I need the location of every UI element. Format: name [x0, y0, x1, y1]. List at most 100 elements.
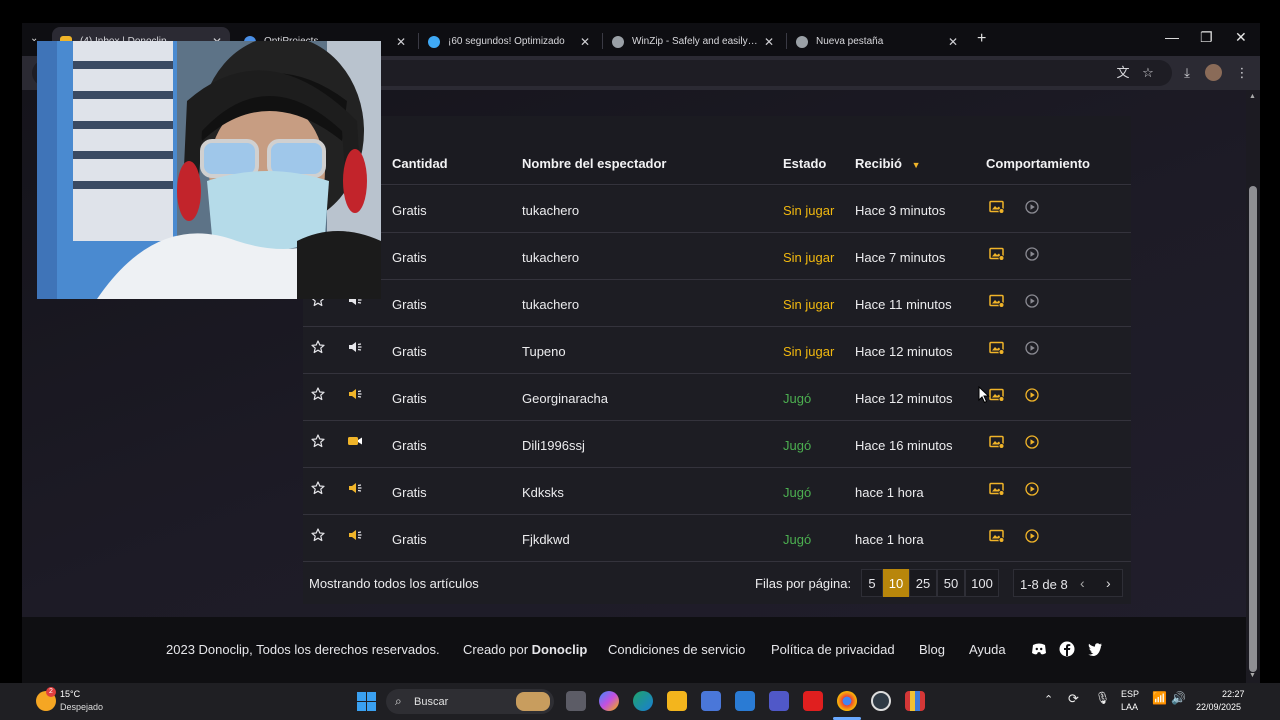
play-circle-icon[interactable]	[1025, 247, 1039, 261]
rows-per-page-option-25[interactable]: 25	[909, 569, 937, 597]
winrar-icon[interactable]	[905, 691, 925, 711]
rows-per-page-option-100[interactable]: 100	[965, 569, 999, 597]
discord-icon[interactable]	[1031, 641, 1047, 657]
clock-time[interactable]: 22:27	[1222, 689, 1245, 699]
scroll-down-icon[interactable]: ▼	[1249, 672, 1256, 679]
volume-icon[interactable]: 🔊	[1171, 691, 1186, 705]
play-circle-icon[interactable]	[1025, 388, 1039, 402]
play-circle-icon[interactable]	[1025, 482, 1039, 496]
tab-nueva-pestana[interactable]: Nueva pestaña ✕	[788, 27, 966, 56]
new-tab-button[interactable]: +	[977, 30, 986, 48]
row-amount: Gratis	[392, 391, 427, 406]
row-viewer: tukachero	[522, 203, 580, 218]
profile-avatar[interactable]	[1205, 64, 1222, 81]
obs-icon[interactable]	[871, 691, 891, 711]
tab-60-segundos[interactable]: ¡60 segundos! Optimizado ✕	[420, 27, 598, 56]
minimize-button[interactable]: —	[1165, 29, 1179, 45]
bookmark-star-icon[interactable]: ☆	[1140, 65, 1156, 81]
media-settings-icon[interactable]	[989, 482, 1005, 496]
prev-page-icon[interactable]: ‹	[1080, 575, 1085, 591]
tray-overflow-icon[interactable]: ⌃	[1044, 693, 1053, 706]
play-circle-icon[interactable]	[1025, 529, 1039, 543]
row-amount: Gratis	[392, 203, 427, 218]
close-window-button[interactable]: ✕	[1235, 29, 1247, 46]
media-settings-icon[interactable]	[989, 388, 1005, 402]
twitter-icon[interactable]	[1087, 641, 1103, 657]
tab-close-icon[interactable]: ✕	[948, 35, 958, 49]
privacy-link[interactable]: Política de privacidad	[771, 642, 895, 657]
play-circle-icon[interactable]	[1025, 294, 1039, 308]
weather-temp[interactable]: 15°C	[60, 689, 80, 699]
favorite-star-icon[interactable]	[311, 340, 325, 354]
table-row: Gratis Dili1996ssj Jugó Hace 16 minutos	[303, 421, 1131, 468]
tab-separator	[418, 33, 419, 49]
media-settings-icon[interactable]	[989, 200, 1005, 214]
mail-icon[interactable]	[735, 691, 755, 711]
wifi-icon[interactable]: 📶	[1152, 691, 1167, 705]
media-settings-icon[interactable]	[989, 529, 1005, 543]
row-received: Hace 16 minutos	[855, 438, 953, 453]
blog-link[interactable]: Blog	[919, 642, 945, 657]
globe-favicon-icon	[612, 35, 624, 48]
speaker-icon	[349, 483, 362, 493]
download-icon[interactable]: ⤓	[1179, 65, 1195, 81]
row-amount: Gratis	[392, 297, 427, 312]
next-page-icon[interactable]: ›	[1106, 575, 1111, 591]
scroll-up-icon[interactable]: ▲	[1249, 93, 1256, 100]
play-circle-icon[interactable]	[1025, 435, 1039, 449]
speaker-icon	[349, 389, 362, 399]
favorite-star-icon[interactable]	[311, 481, 325, 495]
microphone-icon[interactable]: 🎙	[1095, 691, 1110, 705]
rows-per-page-option-5[interactable]: 5	[861, 569, 883, 597]
language-top[interactable]: ESP	[1121, 689, 1139, 699]
task-view-icon[interactable]	[566, 691, 586, 711]
youtube-icon[interactable]	[803, 691, 823, 711]
sync-icon[interactable]: ⟳	[1068, 691, 1079, 707]
chrome-icon[interactable]	[837, 691, 857, 711]
media-settings-icon[interactable]	[989, 247, 1005, 261]
tab-close-icon[interactable]: ✕	[396, 35, 406, 49]
rows-per-page-option-10[interactable]: 10	[883, 569, 909, 597]
favorite-star-icon[interactable]	[311, 434, 325, 448]
restore-button[interactable]: ❐	[1200, 29, 1213, 46]
taskbar-search[interactable]: ⌕ Buscar	[386, 689, 554, 714]
media-settings-icon[interactable]	[989, 341, 1005, 355]
play-circle-icon[interactable]	[1025, 341, 1039, 355]
tab-winzip[interactable]: WinZip - Safely and easily open ✕	[604, 27, 782, 56]
edge-icon[interactable]	[633, 691, 653, 711]
table-row: Gratis tukachero Sin jugar Hace 11 minut…	[303, 280, 1131, 327]
play-circle-icon[interactable]	[1025, 200, 1039, 214]
rows-per-page-option-50[interactable]: 50	[937, 569, 965, 597]
tab-close-icon[interactable]: ✕	[764, 35, 774, 49]
column-header-amount[interactable]: Cantidad	[392, 156, 448, 171]
column-header-received[interactable]: Recibió ▼	[855, 156, 921, 171]
favorite-star-icon[interactable]	[311, 528, 325, 542]
favorite-star-icon[interactable]	[311, 387, 325, 401]
search-label: Buscar	[414, 696, 449, 708]
page-scrollbar[interactable]: ▲ ▼	[1246, 90, 1260, 683]
speaker-icon	[349, 530, 362, 540]
column-header-viewer[interactable]: Nombre del espectador	[522, 156, 667, 171]
file-explorer-icon[interactable]	[667, 691, 687, 711]
copilot-icon[interactable]	[599, 691, 619, 711]
scrollbar-thumb[interactable]	[1249, 186, 1257, 672]
windows-start-icon[interactable]	[357, 692, 376, 711]
row-amount: Gratis	[392, 438, 427, 453]
media-settings-icon[interactable]	[989, 435, 1005, 449]
facebook-icon[interactable]	[1059, 641, 1075, 657]
table-row: Gratis Kdksks Jugó hace 1 hora	[303, 468, 1131, 515]
row-received: Hace 3 minutos	[855, 203, 946, 218]
menu-dots-icon[interactable]: ⋮	[1234, 65, 1250, 81]
row-received: hace 1 hora	[855, 485, 924, 500]
row-amount: Gratis	[392, 485, 427, 500]
column-header-status[interactable]: Estado	[783, 156, 826, 171]
media-settings-icon[interactable]	[989, 294, 1005, 308]
teams-icon[interactable]	[769, 691, 789, 711]
terms-link[interactable]: Condiciones de servicio	[608, 642, 745, 657]
created-by-link[interactable]: Creado por Donoclip	[463, 642, 587, 657]
translate-icon[interactable]: 文	[1115, 65, 1131, 81]
webcam-person-image	[37, 41, 381, 299]
store-icon[interactable]	[701, 691, 721, 711]
help-link[interactable]: Ayuda	[969, 642, 1006, 657]
tab-close-icon[interactable]: ✕	[580, 35, 590, 49]
